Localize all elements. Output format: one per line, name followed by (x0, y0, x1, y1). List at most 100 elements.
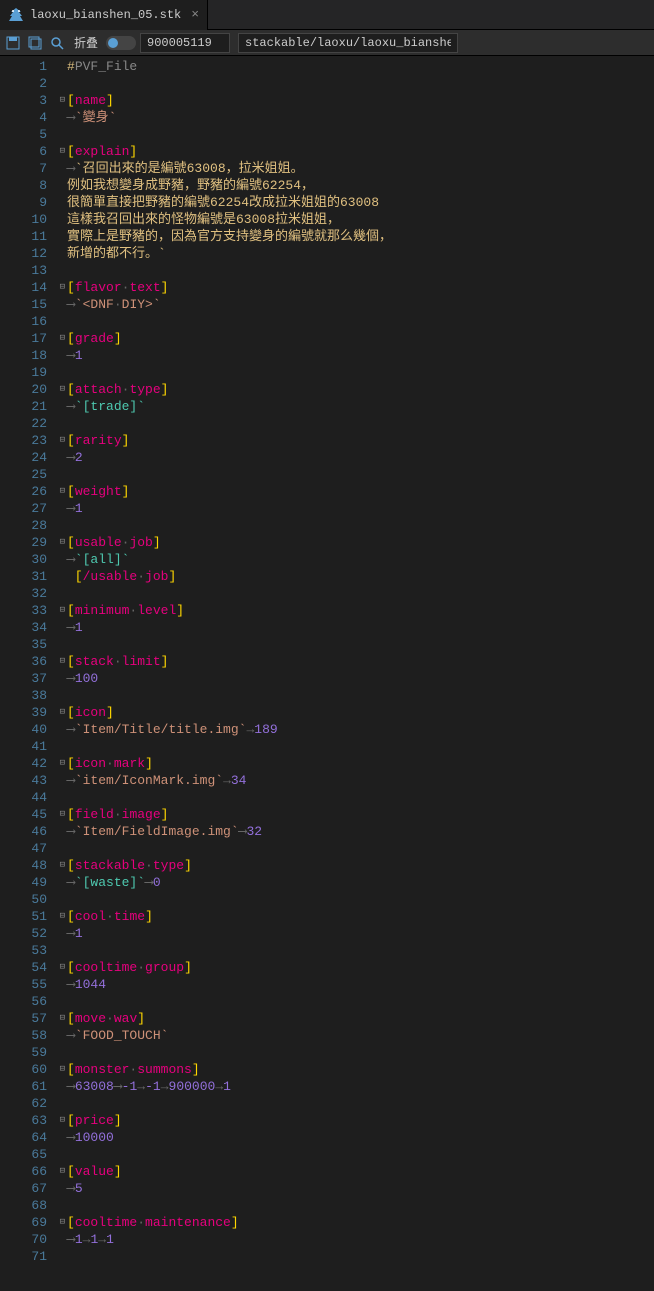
path-input[interactable] (238, 33, 458, 53)
code-line[interactable] (67, 1146, 654, 1163)
code-line[interactable]: ⟶`Item/Title/title.img`→189 (67, 721, 654, 738)
code-line[interactable]: [usable·job] (67, 534, 654, 551)
code-line[interactable]: ⟶`[trade]` (67, 398, 654, 415)
code-line[interactable]: 很簡單直接把野豬的編號62254改成拉米姐姐的63008 (67, 194, 654, 211)
fold-icon[interactable]: ⊟ (55, 95, 65, 105)
code-line[interactable]: ⟶`召回出來的是編號63008，拉米姐姐。 (67, 160, 654, 177)
code-line[interactable]: ⟶63008⟶-1→-1→900000→1 (67, 1078, 654, 1095)
fold-icon[interactable]: ⊟ (55, 146, 65, 156)
fold-icon[interactable]: ⊟ (55, 758, 65, 768)
code-line[interactable] (67, 1197, 654, 1214)
code-line[interactable]: ⟶`<DNF·DIY>` (67, 296, 654, 313)
code-line[interactable]: ⟶1 (67, 347, 654, 364)
code-line[interactable]: [value] (67, 1163, 654, 1180)
fold-icon[interactable]: ⊟ (55, 486, 65, 496)
fold-icon[interactable]: ⊟ (55, 1115, 65, 1125)
code-line[interactable]: ⟶100 (67, 670, 654, 687)
fold-icon[interactable]: ⊟ (55, 282, 65, 292)
code-line[interactable]: [/usable·job] (67, 568, 654, 585)
fold-icon[interactable]: ⊟ (55, 1166, 65, 1176)
code-line[interactable]: [cooltime·group] (67, 959, 654, 976)
code-area[interactable]: #PVF_File [name]⟶`變身` [explain]⟶`召回出來的是編… (55, 56, 654, 1291)
fold-icon[interactable]: ⊟ (55, 1064, 65, 1074)
code-line[interactable] (67, 789, 654, 806)
id-input[interactable] (140, 33, 230, 53)
code-line[interactable]: [monster·summons] (67, 1061, 654, 1078)
code-line[interactable]: [cool·time] (67, 908, 654, 925)
code-line[interactable] (67, 364, 654, 381)
code-line[interactable]: [explain] (67, 143, 654, 160)
fold-icon[interactable]: ⊟ (55, 860, 65, 870)
code-line[interactable] (67, 1095, 654, 1112)
code-line[interactable] (67, 126, 654, 143)
save-icon[interactable] (4, 34, 22, 52)
fold-icon[interactable]: ⊟ (55, 605, 65, 615)
fold-icon[interactable]: ⊟ (55, 656, 65, 666)
code-line[interactable]: [name] (67, 92, 654, 109)
code-line[interactable]: 實際上是野豬的，因為官方支持變身的編號就那么幾個， (67, 228, 654, 245)
code-line[interactable] (67, 415, 654, 432)
code-line[interactable]: ⟶2 (67, 449, 654, 466)
fold-icon[interactable]: ⊟ (55, 333, 65, 343)
fold-icon[interactable]: ⊟ (55, 384, 65, 394)
code-line[interactable]: ⟶1044 (67, 976, 654, 993)
fold-icon[interactable]: ⊟ (55, 435, 65, 445)
code-line[interactable] (67, 585, 654, 602)
editor[interactable]: 123⊟456⊟7891011121314⊟151617⊟181920⊟2122… (0, 56, 654, 1291)
fold-icon[interactable]: ⊟ (55, 707, 65, 717)
code-line[interactable] (67, 993, 654, 1010)
code-line[interactable]: [minimum·level] (67, 602, 654, 619)
fold-icon[interactable]: ⊟ (55, 1217, 65, 1227)
code-line[interactable]: ⟶1 (67, 500, 654, 517)
code-line[interactable]: [icon·mark] (67, 755, 654, 772)
code-line[interactable] (67, 738, 654, 755)
code-line[interactable]: ⟶`變身` (67, 109, 654, 126)
code-line[interactable]: [field·image] (67, 806, 654, 823)
code-line[interactable] (67, 636, 654, 653)
fold-icon[interactable]: ⊟ (55, 962, 65, 972)
code-line[interactable]: 新增的都不行。` (67, 245, 654, 262)
code-line[interactable]: [move·wav] (67, 1010, 654, 1027)
fold-icon[interactable]: ⊟ (55, 809, 65, 819)
fold-icon[interactable]: ⊟ (55, 911, 65, 921)
code-line[interactable]: 這樣我召回出來的怪物編號是63008拉米姐姐， (67, 211, 654, 228)
code-line[interactable] (67, 942, 654, 959)
code-line[interactable]: ⟶5 (67, 1180, 654, 1197)
code-line[interactable]: [stackable·type] (67, 857, 654, 874)
code-line[interactable]: ⟶1→1→1 (67, 1231, 654, 1248)
code-line[interactable]: [flavor·text] (67, 279, 654, 296)
save-all-icon[interactable] (26, 34, 44, 52)
code-line[interactable]: 例如我想變身成野豬，野豬的編號62254， (67, 177, 654, 194)
code-line[interactable]: ⟶1 (67, 925, 654, 942)
code-line[interactable] (67, 313, 654, 330)
code-line[interactable] (67, 262, 654, 279)
code-line[interactable]: [price] (67, 1112, 654, 1129)
code-line[interactable] (67, 891, 654, 908)
code-line[interactable]: ⟶`[waste]`⟶0 (67, 874, 654, 891)
code-line[interactable]: ⟶10000 (67, 1129, 654, 1146)
code-line[interactable] (67, 840, 654, 857)
code-line[interactable]: [grade] (67, 330, 654, 347)
code-line[interactable]: [rarity] (67, 432, 654, 449)
search-icon[interactable] (48, 34, 66, 52)
code-line[interactable] (67, 75, 654, 92)
fold-icon[interactable]: ⊟ (55, 1013, 65, 1023)
code-line[interactable]: ⟶`FOOD_TOUCH` (67, 1027, 654, 1044)
code-line[interactable]: [cooltime·maintenance] (67, 1214, 654, 1231)
code-line[interactable]: ⟶`Item/FieldImage.img`⟶32 (67, 823, 654, 840)
code-line[interactable]: ⟶`item/IconMark.img`→34 (67, 772, 654, 789)
code-line[interactable]: #PVF_File (67, 58, 654, 75)
code-line[interactable]: [attach·type] (67, 381, 654, 398)
code-line[interactable]: [stack·limit] (67, 653, 654, 670)
file-tab[interactable]: laoxu_bianshen_05.stk × (0, 0, 208, 30)
code-line[interactable] (67, 1044, 654, 1061)
code-line[interactable]: [icon] (67, 704, 654, 721)
code-line[interactable] (67, 1248, 654, 1265)
close-tab-icon[interactable]: × (191, 7, 199, 22)
code-line[interactable] (67, 466, 654, 483)
code-line[interactable]: ⟶1 (67, 619, 654, 636)
code-line[interactable] (67, 517, 654, 534)
code-line[interactable]: ⟶`[all]` (67, 551, 654, 568)
fold-toggle[interactable] (106, 36, 136, 50)
fold-icon[interactable]: ⊟ (55, 537, 65, 547)
